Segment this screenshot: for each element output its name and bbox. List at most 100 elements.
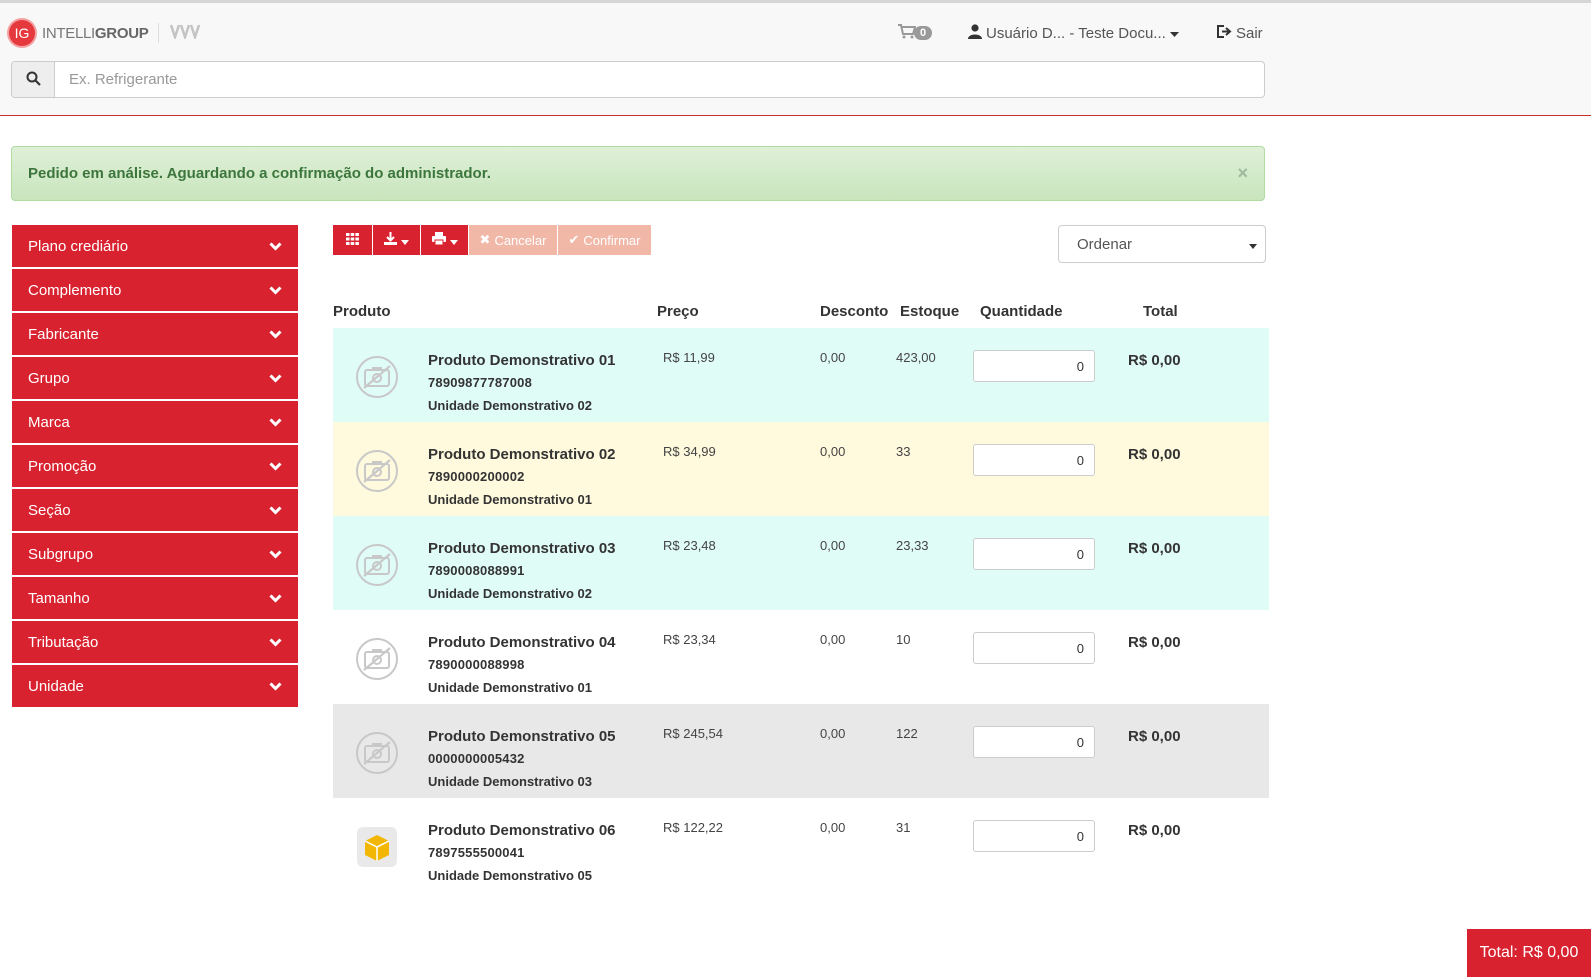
product-price: R$ 11,99 (663, 350, 715, 365)
col-product: Produto (333, 303, 391, 320)
product-discount: 0,00 (820, 632, 846, 647)
sidebar-filter-label: Plano crediário (28, 237, 129, 255)
table-row: Produto Demonstrativo 03 7890008088991 Uni… (333, 516, 1269, 610)
sidebar-filter-item[interactable]: Subgrupo (12, 533, 298, 575)
brand[interactable]: IG INTELLIGROUP (9, 20, 203, 46)
product-total: R$ 0,00 (1128, 352, 1181, 369)
download-button[interactable] (373, 225, 421, 255)
chevron-down-icon (269, 502, 282, 519)
cancel-button[interactable]: ✖ Cancelar (469, 225, 558, 255)
logout-label: Sair (1236, 25, 1263, 42)
user-label: Usuário D... - Teste Docu... (986, 25, 1166, 42)
sort-select-value: Ordenar (1077, 235, 1133, 253)
product-discount: 0,00 (820, 444, 846, 459)
product-name[interactable]: Produto Demonstrativo 02 (428, 446, 616, 463)
cart-button[interactable]: 0 (898, 24, 933, 42)
product-stock: 122 (896, 726, 918, 741)
chevron-down-icon (269, 282, 282, 299)
no-image-icon (356, 544, 398, 586)
sidebar-filter-item[interactable]: Tributação (12, 621, 298, 663)
filter-sidebar: Plano crediário Complemento Fabricante Grup… (12, 225, 298, 709)
brand-divider (158, 23, 160, 43)
order-total-button[interactable]: Total: R$ 0,00 (1467, 929, 1591, 977)
sidebar-filter-label: Seção (28, 501, 71, 519)
brand-logo-icon: IG (9, 20, 35, 46)
search-button[interactable] (12, 62, 55, 97)
product-name[interactable]: Produto Demonstrativo 06 (428, 822, 616, 839)
cancel-label: Cancelar (494, 232, 547, 248)
product-unit: Unidade Demonstrativo 01 (428, 492, 592, 507)
sidebar-filter-label: Tributação (28, 633, 99, 651)
sidebar-filter-label: Grupo (28, 369, 70, 387)
product-price: R$ 122,22 (663, 820, 723, 835)
product-price: R$ 23,34 (663, 632, 716, 647)
col-discount: Desconto (820, 303, 889, 320)
table-row: Produto Demonstrativo 06 7897555500041 Uni… (333, 798, 1269, 892)
table-row: Produto Demonstrativo 01 78909877787008 Un… (333, 328, 1269, 422)
quantity-input[interactable] (973, 350, 1095, 382)
col-total: Total (1143, 303, 1178, 320)
sidebar-filter-item[interactable]: Tamanho (12, 577, 298, 619)
product-name[interactable]: Produto Demonstrativo 05 (428, 728, 616, 745)
product-box-icon (356, 826, 398, 868)
times-icon: ✖ (479, 232, 491, 247)
sidebar-filter-item[interactable]: Fabricante (12, 313, 298, 355)
no-image-icon (356, 638, 398, 680)
sidebar-filter-item[interactable]: Marca (12, 401, 298, 443)
table-row: Produto Demonstrativo 05 0000000005432 Uni… (333, 704, 1269, 798)
close-icon[interactable]: × (1237, 163, 1248, 184)
cart-count-badge: 0 (914, 26, 933, 40)
chevron-down-icon (269, 370, 282, 387)
sidebar-filter-item[interactable]: Unidade (12, 665, 298, 707)
no-image-icon (356, 450, 398, 492)
sidebar-filter-item[interactable]: Seção (12, 489, 298, 531)
grid-view-button[interactable] (333, 225, 373, 255)
partner-logo-icon (169, 23, 203, 44)
logout-link[interactable]: Sair (1216, 24, 1263, 43)
product-name[interactable]: Produto Demonstrativo 01 (428, 352, 616, 369)
search-icon (26, 71, 41, 89)
quantity-input[interactable] (973, 726, 1095, 758)
brand-name: INTELLIGROUP (42, 24, 149, 42)
search-bar (11, 61, 1265, 98)
quantity-input[interactable] (973, 632, 1095, 664)
sidebar-filter-label: Marca (28, 413, 70, 431)
print-icon (431, 232, 446, 248)
table-header: Produto Preço Desconto Estoque Quantidad… (333, 303, 1269, 327)
status-alert: Pedido em análise. Aguardando a confirma… (11, 146, 1265, 201)
chevron-down-icon (269, 326, 282, 343)
caret-down-icon (449, 233, 458, 248)
alert-message: Pedido em análise. Aguardando a confirma… (28, 165, 491, 182)
sidebar-filter-label: Subgrupo (28, 545, 94, 563)
product-stock: 33 (896, 444, 911, 459)
product-stock: 423,00 (896, 350, 936, 365)
user-menu[interactable]: Usuário D... - Teste Docu... (968, 24, 1179, 43)
product-total: R$ 0,00 (1128, 540, 1181, 557)
confirm-button[interactable]: ✔ Confirmar (558, 225, 652, 255)
no-image-icon (356, 356, 398, 398)
product-unit: Unidade Demonstrativo 02 (428, 398, 592, 413)
sort-select[interactable]: Ordenar (1058, 225, 1266, 263)
product-code: 78909877787008 (428, 375, 533, 390)
top-navbar: IG INTELLIGROUP 0 Usuário D... - Teste D… (0, 0, 1591, 116)
search-input[interactable] (55, 62, 1264, 97)
product-stock: 31 (896, 820, 911, 835)
chevron-down-icon (269, 546, 282, 563)
sidebar-filter-item[interactable]: Promoção (12, 445, 298, 487)
chevron-down-icon (269, 238, 282, 255)
print-button[interactable] (421, 225, 469, 255)
sidebar-filter-item[interactable]: Grupo (12, 357, 298, 399)
caret-down-icon (401, 233, 409, 248)
quantity-input[interactable] (973, 538, 1095, 570)
product-price: R$ 23,48 (663, 538, 716, 553)
product-name[interactable]: Produto Demonstrativo 04 (428, 634, 616, 651)
sidebar-filter-item[interactable]: Plano crediário (12, 225, 298, 267)
no-image-icon (356, 732, 398, 774)
quantity-input[interactable] (973, 820, 1095, 852)
chevron-down-icon (269, 590, 282, 607)
product-total: R$ 0,00 (1128, 446, 1181, 463)
product-name[interactable]: Produto Demonstrativo 03 (428, 540, 616, 557)
sidebar-filter-item[interactable]: Complemento (12, 269, 298, 311)
product-discount: 0,00 (820, 350, 846, 365)
quantity-input[interactable] (973, 444, 1095, 476)
